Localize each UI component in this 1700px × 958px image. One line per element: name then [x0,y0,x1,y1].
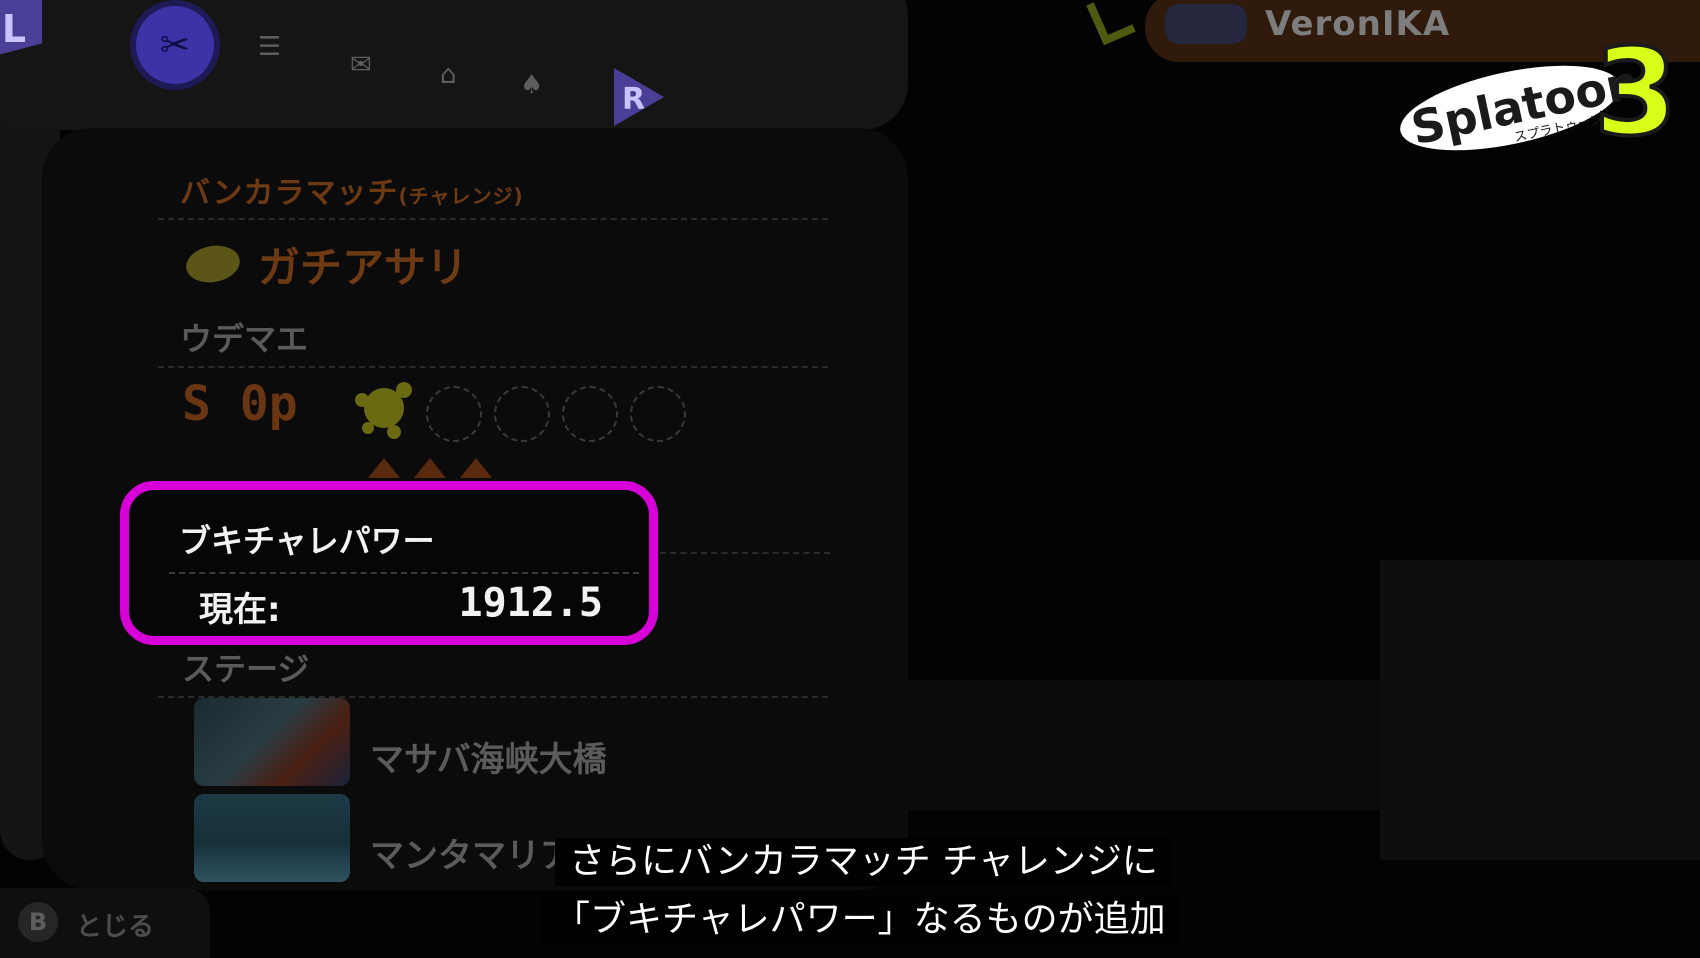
splattershot-icon [1165,4,1247,44]
stage-thumbnail [194,698,350,786]
ink-splat-icon [355,382,412,439]
mode-title: バンカラマッチ(チャレンジ) [180,176,524,211]
top-menu-bar: L ✂ ☰ ✉ ⌂ ♠ R [0,0,908,130]
r-shoulder-button[interactable]: R [614,68,664,126]
tab-lobby[interactable]: ✂ [136,6,214,84]
divider [660,552,830,554]
tab-shop[interactable]: ⌂ [440,60,457,90]
background-scenery [1380,560,1700,860]
tab-mail[interactable]: ✉ [350,50,372,80]
close-label: とじる [76,912,155,942]
splatoon3-logo: Splatoon 3 スプラトゥーン [1400,22,1680,165]
rule-name: ガチアサリ [258,243,469,292]
pointer-arrow-icon [1086,2,1136,46]
challenge-power-box: ブキチャレパワー 現在: 1912.5 [120,481,658,645]
rank-point-slot [494,386,550,442]
list-icon: ☰ [258,32,282,62]
rank-value: S 0p [182,376,298,432]
stage-name: マサバ海峡大橋 [370,740,607,780]
shop-icon: ⌂ [440,60,457,90]
win-marker [414,458,446,478]
stage-thumbnail [194,794,350,882]
tab-squid[interactable]: ♠ [520,70,543,100]
b-button-icon: B [18,902,58,942]
win-marker [460,458,492,478]
divider [158,218,828,220]
subtitle-line: 「ブキチャレパワー」なるものが追加 [540,896,1180,944]
rank-point-slot [630,386,686,442]
mail-icon: ✉ [350,50,372,80]
challenge-power-label: ブキチャレパワー [179,522,435,560]
subtitle-line: さらにバンカラマッチ チャレンジに [555,838,1172,886]
svg-text:3: 3 [1594,24,1678,163]
close-hint[interactable]: B とじる [0,888,210,958]
tab-list[interactable]: ☰ [258,32,281,62]
stage-label: ステージ [182,650,310,688]
divider [169,572,639,574]
current-power-value: 1912.5 [458,580,604,626]
current-power-label: 現在: [199,590,281,630]
rank-label: ウデマエ [180,320,309,358]
win-marker [368,458,400,478]
l-shoulder-button[interactable]: L [0,0,42,58]
rank-point-slot [562,386,618,442]
lobby-icon: ✂ [159,24,191,66]
divider [158,366,828,368]
rank-point-slot [426,386,482,442]
squid-icon: ♠ [520,70,544,100]
